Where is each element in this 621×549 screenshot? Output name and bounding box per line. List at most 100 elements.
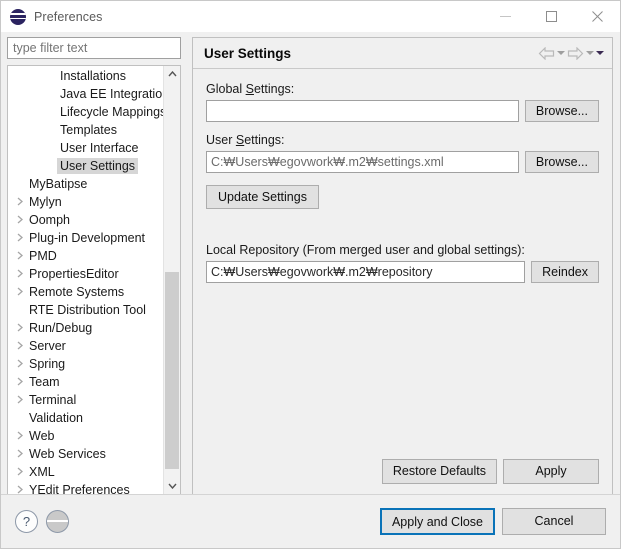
- tree-item-lifecycle-mappings[interactable]: Lifecycle Mappings: [8, 103, 163, 121]
- preferences-window: Preferences InstallationsJava EE Integra…: [0, 0, 621, 549]
- tree-item-label: Team: [26, 374, 63, 390]
- tree-item-label: PropertiesEditor: [26, 266, 122, 282]
- tree-item-label: Run/Debug: [26, 320, 95, 336]
- tree-item-label: MyBatipse: [26, 176, 90, 192]
- tree-item-plug-in-development[interactable]: Plug-in Development: [8, 229, 163, 247]
- close-icon[interactable]: [574, 1, 620, 32]
- scrollbar-thumb[interactable]: [165, 272, 179, 469]
- apply-button[interactable]: Apply: [503, 459, 599, 484]
- user-settings-browse-button[interactable]: Browse...: [525, 151, 599, 173]
- tree-item-pmd[interactable]: PMD: [8, 247, 163, 265]
- tree-item-label: Mylyn: [26, 194, 65, 210]
- global-settings-row: Browse...: [206, 100, 599, 122]
- local-repository-input[interactable]: [206, 261, 525, 283]
- tree-item-templates[interactable]: Templates: [8, 121, 163, 139]
- restore-defaults-button[interactable]: Restore Defaults: [382, 459, 497, 484]
- tree-item-rte-distribution-tool[interactable]: RTE Distribution Tool: [8, 301, 163, 319]
- eclipse-dot-icon[interactable]: [46, 510, 69, 533]
- chevron-right-icon[interactable]: [13, 359, 26, 368]
- chevron-right-icon[interactable]: [13, 395, 26, 404]
- panel-nav: [538, 43, 604, 63]
- tree-item-oomph[interactable]: Oomph: [8, 211, 163, 229]
- tree-item-label: Oomph: [26, 212, 73, 228]
- local-repository-section: Local Repository (From merged user and g…: [206, 243, 599, 283]
- page-title: User Settings: [204, 46, 291, 61]
- chevron-right-icon[interactable]: [13, 341, 26, 350]
- tree-item-user-settings[interactable]: User Settings: [8, 157, 163, 175]
- tree-item-label: Server: [26, 338, 69, 354]
- scroll-down-button[interactable]: [164, 477, 180, 494]
- tree-item-yedit-preferences[interactable]: YEdit Preferences: [8, 481, 163, 494]
- chevron-right-icon[interactable]: [13, 251, 26, 260]
- filter-input[interactable]: [7, 37, 181, 59]
- tree-item-spring[interactable]: Spring: [8, 355, 163, 373]
- chevron-right-icon[interactable]: [13, 467, 26, 476]
- tree-item-installations[interactable]: Installations: [8, 67, 163, 85]
- tree-item-label: Spring: [26, 356, 68, 372]
- forward-menu-chevron-down-icon[interactable]: [586, 43, 594, 63]
- tree-item-web[interactable]: Web: [8, 427, 163, 445]
- tree-item-label: YEdit Preferences: [26, 482, 133, 494]
- tree-item-mylyn[interactable]: Mylyn: [8, 193, 163, 211]
- reindex-button[interactable]: Reindex: [531, 261, 599, 283]
- panel-footer: Restore Defaults Apply: [193, 459, 612, 494]
- tree-item-label: Web: [26, 428, 57, 444]
- panel-content: Global Settings: Browse... User Settings…: [193, 69, 612, 459]
- panel-header: User Settings: [193, 38, 612, 69]
- question-mark-icon[interactable]: ?: [15, 510, 38, 533]
- update-settings-button[interactable]: Update Settings: [206, 185, 319, 209]
- tree-item-server[interactable]: Server: [8, 337, 163, 355]
- tree-item-validation[interactable]: Validation: [8, 409, 163, 427]
- tree-item-terminal[interactable]: Terminal: [8, 391, 163, 409]
- chevron-right-icon[interactable]: [13, 323, 26, 332]
- eclipse-icon: [10, 9, 26, 25]
- cancel-button[interactable]: Cancel: [502, 508, 606, 535]
- global-settings-input[interactable]: [206, 100, 519, 122]
- tree-item-java-ee-integration[interactable]: Java EE Integration: [8, 85, 163, 103]
- tree-item-label: XML: [26, 464, 58, 480]
- chevron-right-icon[interactable]: [13, 377, 26, 386]
- user-settings-input[interactable]: [206, 151, 519, 173]
- dialog-bottom-bar: ? Apply and Close Cancel: [1, 494, 620, 548]
- minimize-icon[interactable]: [482, 1, 528, 32]
- tree-item-label: Java EE Integration: [57, 86, 163, 102]
- back-menu-chevron-down-icon[interactable]: [557, 43, 565, 63]
- tree-item-mybatipse[interactable]: MyBatipse: [8, 175, 163, 193]
- back-arrow-icon[interactable]: [538, 43, 555, 63]
- tree-item-label: Remote Systems: [26, 284, 127, 300]
- chevron-right-icon[interactable]: [13, 269, 26, 278]
- chevron-right-icon[interactable]: [13, 431, 26, 440]
- forward-arrow-icon[interactable]: [567, 43, 584, 63]
- tree-item-xml[interactable]: XML: [8, 463, 163, 481]
- tree-item-web-services[interactable]: Web Services: [8, 445, 163, 463]
- chevron-right-icon[interactable]: [13, 233, 26, 242]
- tree-item-remote-systems[interactable]: Remote Systems: [8, 283, 163, 301]
- apply-and-close-button[interactable]: Apply and Close: [380, 508, 495, 535]
- tree-item-run-debug[interactable]: Run/Debug: [8, 319, 163, 337]
- global-settings-browse-button[interactable]: Browse...: [525, 100, 599, 122]
- maximize-icon[interactable]: [528, 1, 574, 32]
- user-settings-label: User Settings:: [206, 133, 599, 147]
- dialog-actions: Apply and Close Cancel: [380, 508, 606, 535]
- tree-item-team[interactable]: Team: [8, 373, 163, 391]
- tree-item-user-interface[interactable]: User Interface: [8, 139, 163, 157]
- tree-item-propertieseditor[interactable]: PropertiesEditor: [8, 265, 163, 283]
- scrollbar-track[interactable]: [164, 83, 180, 477]
- chevron-right-icon[interactable]: [13, 449, 26, 458]
- chevron-right-icon[interactable]: [13, 197, 26, 206]
- chevron-right-icon[interactable]: [13, 215, 26, 224]
- chevron-right-icon[interactable]: [13, 287, 26, 296]
- tree-item-label: Plug-in Development: [26, 230, 148, 246]
- tree-item-label: Installations: [57, 68, 129, 84]
- tree-item-label: PMD: [26, 248, 60, 264]
- tree-items: Installations Java EE IntegrationLifecycl…: [8, 66, 163, 494]
- tree-item-label: Web Services: [26, 446, 109, 462]
- local-repository-label: Local Repository (From merged user and g…: [206, 243, 599, 257]
- window-controls: [482, 1, 620, 32]
- tree-scrollbar[interactable]: [163, 66, 180, 494]
- more-chevron-down-filled-icon[interactable]: [596, 43, 604, 63]
- scroll-up-button[interactable]: [164, 66, 180, 83]
- global-settings-label: Global Settings:: [206, 82, 599, 96]
- dialog-body: Installations Java EE IntegrationLifecycl…: [1, 32, 620, 494]
- chevron-right-icon[interactable]: [13, 485, 26, 494]
